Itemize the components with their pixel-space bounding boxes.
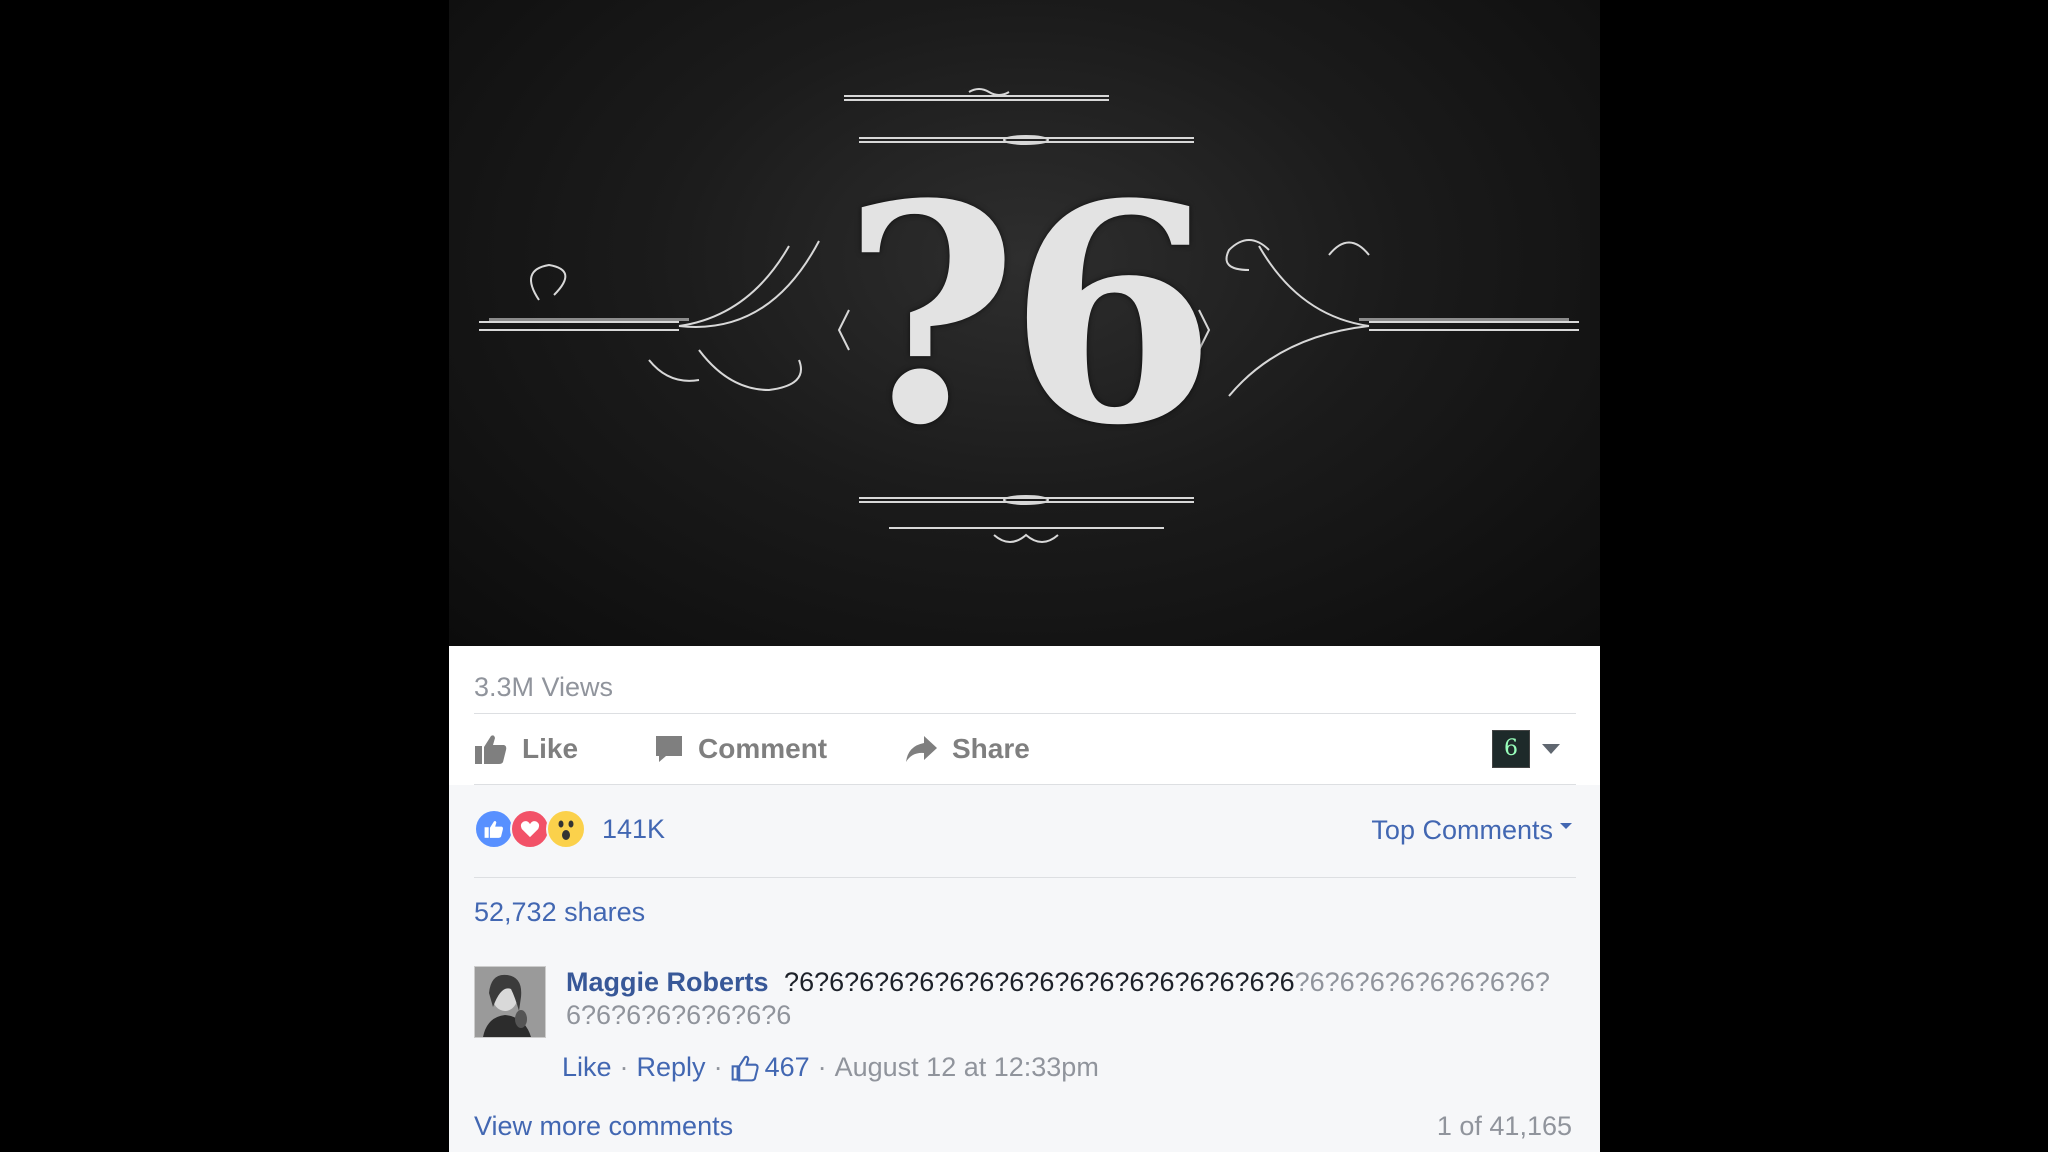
comment-likes[interactable]: 467 bbox=[731, 1052, 810, 1083]
divider bbox=[474, 877, 1576, 878]
share-button[interactable]: Share bbox=[904, 714, 1030, 784]
page-selector[interactable]: 6 bbox=[1492, 730, 1560, 768]
like-reaction-icon bbox=[474, 809, 514, 849]
comment-like-link[interactable]: Like bbox=[562, 1052, 612, 1083]
like-label: Like bbox=[522, 733, 579, 764]
view-more-comments-link[interactable]: View more comments bbox=[474, 1111, 733, 1142]
comment-body: Maggie Roberts ?6?6?6?6?6?6?6?6?6?6?6?6?… bbox=[566, 966, 1566, 1032]
reactions-summary[interactable]: 141K bbox=[474, 809, 665, 849]
comment-actions: Like · Reply · 467 · August 12 at 12:33p… bbox=[562, 1052, 1099, 1083]
comment-author[interactable]: Maggie Roberts bbox=[566, 967, 769, 997]
wow-reaction-icon bbox=[546, 809, 586, 849]
page-avatar: 6 bbox=[1492, 730, 1530, 768]
comment-text: ?6?6?6?6?6?6?6?6?6?6?6?6?6?6?6?6?6 bbox=[784, 967, 1295, 997]
reaction-count: 141K bbox=[602, 813, 666, 844]
thumbs-up-outline-icon bbox=[731, 1055, 759, 1081]
sort-label: Top Comments bbox=[1371, 815, 1553, 845]
comment-count: 1 of 41,165 bbox=[1436, 1111, 1572, 1141]
comment-timestamp: August 12 at 12:33pm bbox=[834, 1052, 1099, 1082]
separator: · bbox=[619, 1052, 629, 1082]
caret-down-icon bbox=[1560, 823, 1572, 829]
view-count: 3.3M Views bbox=[474, 672, 614, 702]
video-player[interactable]: ?6 bbox=[449, 0, 1600, 646]
separator: · bbox=[713, 1052, 723, 1082]
video-post: ?6 3.3M Views Like Comment Share 6 141K … bbox=[449, 0, 1600, 1152]
comment-reply-link[interactable]: Reply bbox=[637, 1052, 706, 1083]
chevron-down-icon bbox=[1542, 744, 1560, 754]
comment-like-count: 467 bbox=[764, 1052, 810, 1082]
love-reaction-icon bbox=[510, 809, 550, 849]
video-title-mark: ?6 bbox=[842, 138, 1217, 491]
like-button[interactable]: Like bbox=[474, 714, 578, 784]
thumbs-up-icon bbox=[475, 735, 507, 764]
share-icon bbox=[906, 736, 937, 762]
action-bar: Like Comment Share 6 bbox=[449, 714, 1600, 784]
separator: · bbox=[817, 1052, 827, 1082]
shares-link[interactable]: 52,732 shares bbox=[474, 897, 645, 928]
share-label: Share bbox=[952, 733, 1030, 764]
comment-icon bbox=[656, 736, 682, 762]
comment-button[interactable]: Comment bbox=[654, 714, 827, 784]
comment-sort-dropdown[interactable]: Top Comments bbox=[1371, 815, 1572, 846]
avatar[interactable] bbox=[474, 966, 546, 1038]
comments-section: 141K Top Comments 52,732 shares Maggie R… bbox=[449, 785, 1600, 1152]
comment-label: Comment bbox=[698, 733, 828, 764]
